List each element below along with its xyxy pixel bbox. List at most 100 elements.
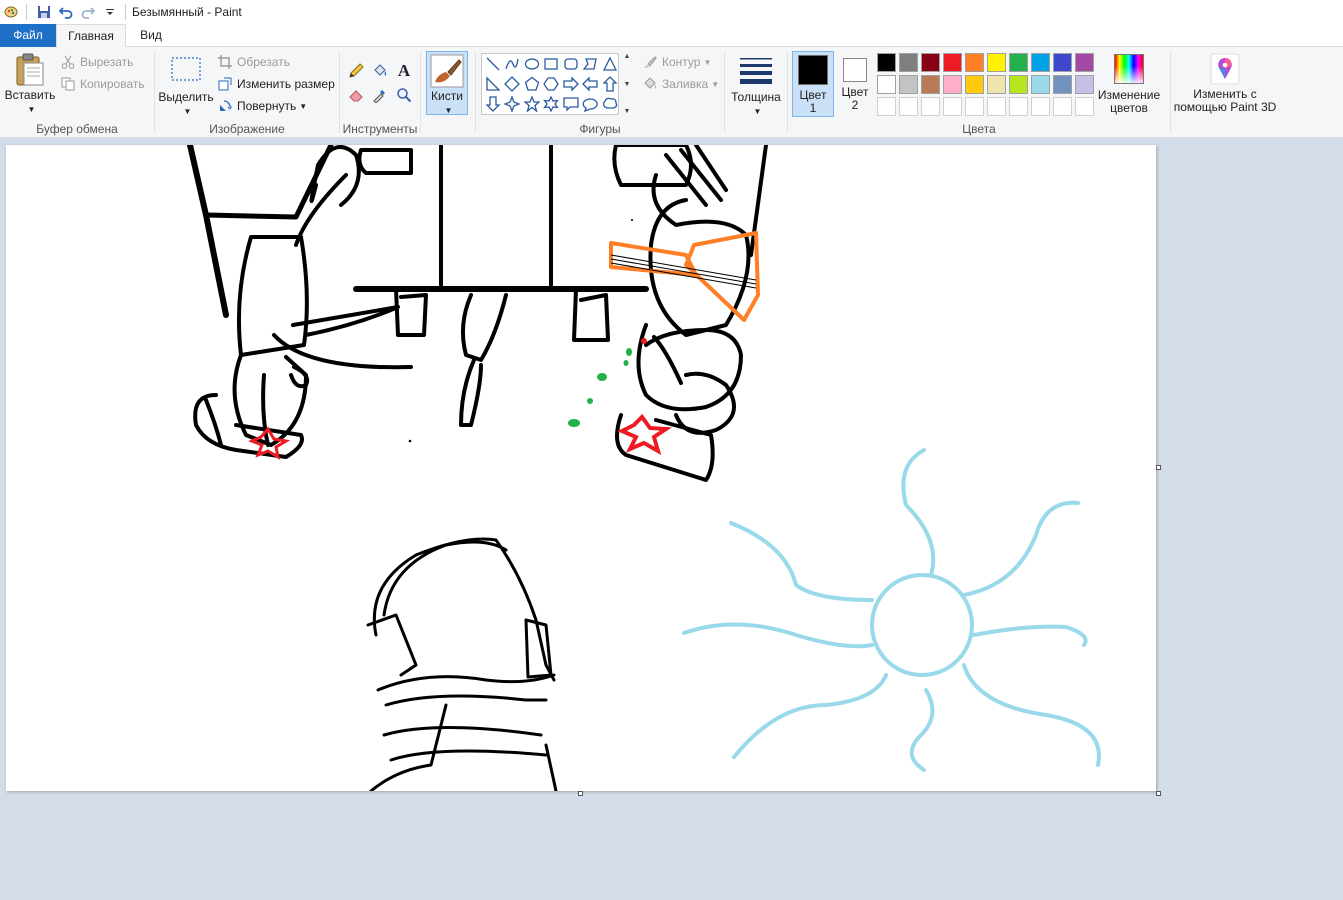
palette-swatch[interactable] bbox=[987, 53, 1006, 72]
hexagon-shape-icon[interactable] bbox=[542, 74, 562, 94]
magnifier-icon[interactable] bbox=[392, 83, 416, 107]
save-icon[interactable] bbox=[33, 1, 55, 23]
palette-empty-swatch[interactable] bbox=[987, 97, 1006, 116]
redo-icon[interactable] bbox=[77, 1, 99, 23]
right-triangle-shape-icon[interactable] bbox=[483, 74, 503, 94]
tab-file[interactable]: Файл bbox=[0, 24, 56, 47]
up-arrow-shape-icon[interactable] bbox=[600, 74, 620, 94]
color2-button[interactable]: Цвет 2 bbox=[838, 51, 872, 117]
thickness-dropdown-icon[interactable]: ▼ bbox=[754, 107, 762, 116]
fill-bucket-icon[interactable] bbox=[368, 59, 392, 83]
canvas-resize-handle-corner[interactable] bbox=[1156, 791, 1161, 796]
color-picker-icon[interactable] bbox=[368, 83, 392, 107]
customize-toolbar-icon[interactable] bbox=[99, 1, 121, 23]
select-dropdown-icon[interactable]: ▼ bbox=[184, 107, 192, 116]
polygon-shape-icon[interactable] bbox=[581, 54, 601, 74]
outline-brush-icon bbox=[642, 54, 658, 70]
edit-colors-button[interactable]: Изменение цветов bbox=[1097, 51, 1161, 117]
shapes-group-label: Фигуры bbox=[579, 122, 621, 136]
fill-button[interactable]: Заливка ▼ bbox=[642, 74, 719, 94]
rounded-rectangle-shape-icon[interactable] bbox=[561, 54, 581, 74]
edit-with-paint3d-button[interactable]: Изменить с помощью Paint 3D bbox=[1172, 51, 1278, 117]
palette-swatch[interactable] bbox=[1075, 53, 1094, 72]
palette-swatch[interactable] bbox=[899, 53, 918, 72]
line-shape-icon[interactable] bbox=[483, 54, 503, 74]
palette-empty-swatch[interactable] bbox=[1009, 97, 1028, 116]
canvas-resize-handle-bottom[interactable] bbox=[578, 791, 583, 796]
paste-dropdown-icon[interactable]: ▼ bbox=[28, 105, 36, 114]
right-arrow-shape-icon[interactable] bbox=[561, 74, 581, 94]
palette-swatch[interactable] bbox=[921, 53, 940, 72]
brushes-dropdown-icon[interactable]: ▼ bbox=[445, 106, 453, 115]
oval-shape-icon[interactable] bbox=[522, 54, 542, 74]
palette-swatch[interactable] bbox=[1075, 75, 1094, 94]
triangle-shape-icon[interactable] bbox=[600, 54, 620, 74]
palette-empty-swatch[interactable] bbox=[1031, 97, 1050, 116]
brushes-button[interactable]: Кисти ▼ bbox=[426, 51, 468, 115]
palette-empty-swatch[interactable] bbox=[1053, 97, 1072, 116]
palette-swatch[interactable] bbox=[965, 75, 984, 94]
cut-button[interactable]: Вырезать bbox=[60, 52, 133, 72]
pencil-icon[interactable] bbox=[344, 59, 368, 83]
left-arrow-shape-icon[interactable] bbox=[581, 74, 601, 94]
palette-swatch[interactable] bbox=[943, 53, 962, 72]
tab-view[interactable]: Вид bbox=[126, 24, 176, 47]
outline-label: Контур bbox=[662, 55, 701, 69]
brushes-group: Кисти ▼ bbox=[421, 47, 475, 138]
palette-swatch[interactable] bbox=[987, 75, 1006, 94]
color1-button[interactable]: Цвет 1 bbox=[792, 51, 834, 117]
four-point-star-shape-icon[interactable] bbox=[503, 94, 523, 114]
tab-home[interactable]: Главная bbox=[56, 24, 126, 48]
palette-swatch[interactable] bbox=[943, 75, 962, 94]
palette-swatch[interactable] bbox=[921, 75, 940, 94]
paint-app-icon[interactable] bbox=[0, 1, 22, 23]
pentagon-shape-icon[interactable] bbox=[522, 74, 542, 94]
palette-swatch[interactable] bbox=[877, 75, 896, 94]
oval-callout-shape-icon[interactable] bbox=[581, 94, 601, 114]
thickness-button[interactable]: Толщина ▼ bbox=[728, 51, 784, 117]
palette-swatch[interactable] bbox=[899, 75, 918, 94]
outline-button[interactable]: Контур ▼ bbox=[642, 52, 711, 72]
paste-button[interactable]: Вставить ▼ bbox=[4, 51, 56, 117]
resize-button[interactable]: Изменить размер bbox=[217, 74, 335, 94]
cloud-callout-shape-icon[interactable] bbox=[600, 94, 620, 114]
undo-icon[interactable] bbox=[55, 1, 77, 23]
palette-swatch[interactable] bbox=[1031, 53, 1050, 72]
diamond-shape-icon[interactable] bbox=[503, 74, 523, 94]
shapes-gallery bbox=[481, 53, 619, 115]
text-icon[interactable]: A bbox=[392, 59, 416, 83]
rectangle-callout-shape-icon[interactable] bbox=[561, 94, 581, 114]
palette-swatch[interactable] bbox=[965, 53, 984, 72]
down-arrow-shape-icon[interactable] bbox=[483, 94, 503, 114]
palette-empty-swatch[interactable] bbox=[899, 97, 918, 116]
five-point-star-shape-icon[interactable] bbox=[522, 94, 542, 114]
select-button[interactable]: Выделить ▼ bbox=[158, 51, 214, 117]
cut-label: Вырезать bbox=[80, 55, 134, 69]
palette-empty-swatch[interactable] bbox=[965, 97, 984, 116]
palette-swatch[interactable] bbox=[1031, 75, 1050, 94]
palette-empty-swatch[interactable] bbox=[1075, 97, 1094, 116]
rotate-button[interactable]: Повернуть ▼ bbox=[217, 96, 307, 116]
palette-empty-swatch[interactable] bbox=[943, 97, 962, 116]
palette-swatch[interactable] bbox=[1009, 53, 1028, 72]
palette-empty-swatch[interactable] bbox=[877, 97, 896, 116]
curve-shape-icon[interactable] bbox=[503, 54, 523, 74]
canvas-resize-handle-right[interactable] bbox=[1156, 465, 1161, 470]
eraser-icon[interactable] bbox=[344, 83, 368, 107]
fill-label: Заливка bbox=[662, 77, 709, 91]
palette-swatch[interactable] bbox=[1053, 53, 1072, 72]
rotate-dropdown-icon[interactable]: ▼ bbox=[299, 102, 307, 111]
copy-button[interactable]: Копировать bbox=[60, 74, 145, 94]
palette-swatch[interactable] bbox=[877, 53, 896, 72]
shapes-expand-icon[interactable]: ▼ bbox=[624, 108, 631, 115]
palette-empty-swatch[interactable] bbox=[921, 97, 940, 116]
shapes-scroll-up-icon[interactable]: ▲ bbox=[624, 53, 631, 60]
crop-button[interactable]: Обрезать bbox=[217, 52, 290, 72]
shapes-scroll-down-icon[interactable]: ▼ bbox=[624, 81, 631, 88]
drawing-canvas[interactable] bbox=[6, 145, 1156, 791]
palette-swatch[interactable] bbox=[1009, 75, 1028, 94]
palette-swatch[interactable] bbox=[1053, 75, 1072, 94]
six-point-star-shape-icon[interactable] bbox=[542, 94, 562, 114]
rectangle-shape-icon[interactable] bbox=[542, 54, 562, 74]
canvas-workspace[interactable] bbox=[0, 139, 1343, 900]
